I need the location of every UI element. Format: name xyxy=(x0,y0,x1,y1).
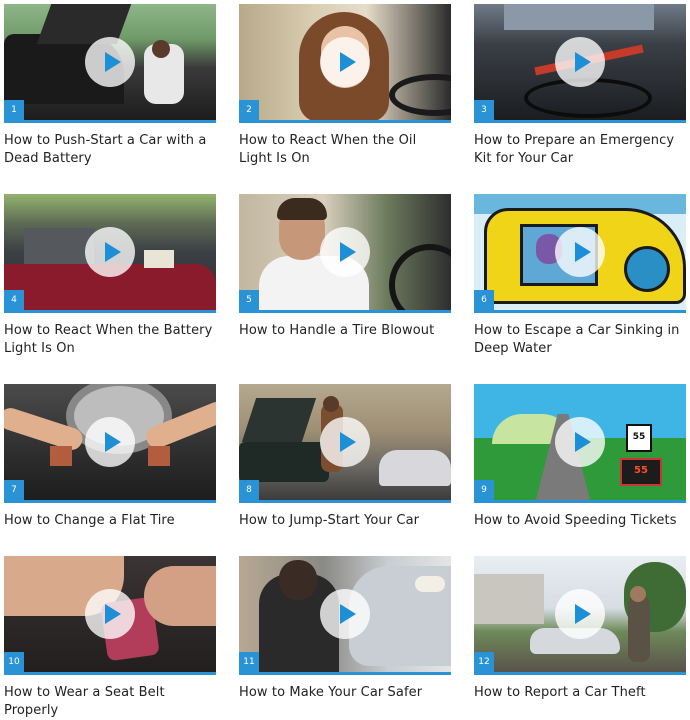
video-title-link[interactable]: How to Avoid Speeding Tickets xyxy=(474,512,686,530)
radar-speed-display: 55 xyxy=(620,458,662,486)
video-thumbnail[interactable]: 5 xyxy=(239,194,451,313)
video-title-link[interactable]: How to Handle a Tire Blowout xyxy=(239,322,451,340)
video-thumbnail[interactable]: 11 xyxy=(239,556,451,675)
video-thumbnail[interactable]: 3 xyxy=(474,4,686,123)
video-number-badge: 1 xyxy=(4,100,24,120)
video-title-link[interactable]: How to Wear a Seat Belt Properly xyxy=(4,684,216,720)
video-number-badge: 8 xyxy=(239,480,259,500)
video-thumbnail[interactable]: 10 xyxy=(4,556,216,675)
video-title-link[interactable]: How to Escape a Car Sinking in Deep Wate… xyxy=(474,322,686,358)
video-card-4[interactable]: 4 How to React When the Battery Light Is… xyxy=(4,194,216,358)
play-icon[interactable] xyxy=(85,417,135,467)
play-icon[interactable] xyxy=(555,589,605,639)
play-icon[interactable] xyxy=(320,227,370,277)
video-number-badge: 5 xyxy=(239,290,259,310)
video-title-link[interactable]: How to React When the Oil Light Is On xyxy=(239,132,451,168)
play-icon[interactable] xyxy=(320,37,370,87)
video-thumbnail[interactable]: 12 xyxy=(474,556,686,675)
video-number-badge: 9 xyxy=(474,480,494,500)
video-number-badge: 7 xyxy=(4,480,24,500)
speed-limit-sign-text: 55 xyxy=(632,432,646,442)
play-icon[interactable] xyxy=(85,227,135,277)
video-thumbnail[interactable]: 55 55 9 xyxy=(474,384,686,503)
video-number-badge: 12 xyxy=(474,652,494,672)
play-icon[interactable] xyxy=(555,37,605,87)
video-title-link[interactable]: How to Push-Start a Car with a Dead Batt… xyxy=(4,132,216,168)
video-number-badge: 4 xyxy=(4,290,24,310)
video-number-badge: 3 xyxy=(474,100,494,120)
video-thumbnail[interactable]: 8 xyxy=(239,384,451,503)
video-number-badge: 6 xyxy=(474,290,494,310)
video-card-9[interactable]: 55 55 9 How to Avoid Speeding Tickets xyxy=(474,384,686,530)
video-number-badge: 10 xyxy=(4,652,24,672)
video-card-8[interactable]: 8 How to Jump-Start Your Car xyxy=(239,384,451,530)
video-thumbnail[interactable]: 1 xyxy=(4,4,216,123)
video-card-1[interactable]: 1 How to Push-Start a Car with a Dead Ba… xyxy=(4,4,216,168)
video-card-12[interactable]: 12 How to Report a Car Theft xyxy=(474,556,686,702)
play-icon[interactable] xyxy=(320,417,370,467)
play-icon[interactable] xyxy=(555,417,605,467)
video-card-5[interactable]: 5 How to Handle a Tire Blowout xyxy=(239,194,451,340)
video-title-link[interactable]: How to Change a Flat Tire xyxy=(4,512,216,530)
play-icon[interactable] xyxy=(320,589,370,639)
video-title-link[interactable]: How to Prepare an Emergency Kit for Your… xyxy=(474,132,686,168)
video-card-7[interactable]: 7 How to Change a Flat Tire xyxy=(4,384,216,530)
play-icon[interactable] xyxy=(555,227,605,277)
play-icon[interactable] xyxy=(85,37,135,87)
video-title-link[interactable]: How to Report a Car Theft xyxy=(474,684,686,702)
video-card-3[interactable]: 3 How to Prepare an Emergency Kit for Yo… xyxy=(474,4,686,168)
video-thumbnail[interactable]: 2 xyxy=(239,4,451,123)
video-card-11[interactable]: 11 How to Make Your Car Safer xyxy=(239,556,451,702)
video-number-badge: 2 xyxy=(239,100,259,120)
video-number-badge: 11 xyxy=(239,652,259,672)
video-card-10[interactable]: 10 How to Wear a Seat Belt Properly xyxy=(4,556,216,720)
video-title-link[interactable]: How to React When the Battery Light Is O… xyxy=(4,322,216,358)
video-title-link[interactable]: How to Make Your Car Safer xyxy=(239,684,451,702)
video-title-link[interactable]: How to Jump-Start Your Car xyxy=(239,512,451,530)
video-thumbnail[interactable]: 7 xyxy=(4,384,216,503)
play-icon[interactable] xyxy=(85,589,135,639)
video-card-6[interactable]: 6 How to Escape a Car Sinking in Deep Wa… xyxy=(474,194,686,358)
video-thumbnail[interactable]: 6 xyxy=(474,194,686,313)
video-card-2[interactable]: 2 How to React When the Oil Light Is On xyxy=(239,4,451,168)
video-thumbnail[interactable]: 4 xyxy=(4,194,216,313)
